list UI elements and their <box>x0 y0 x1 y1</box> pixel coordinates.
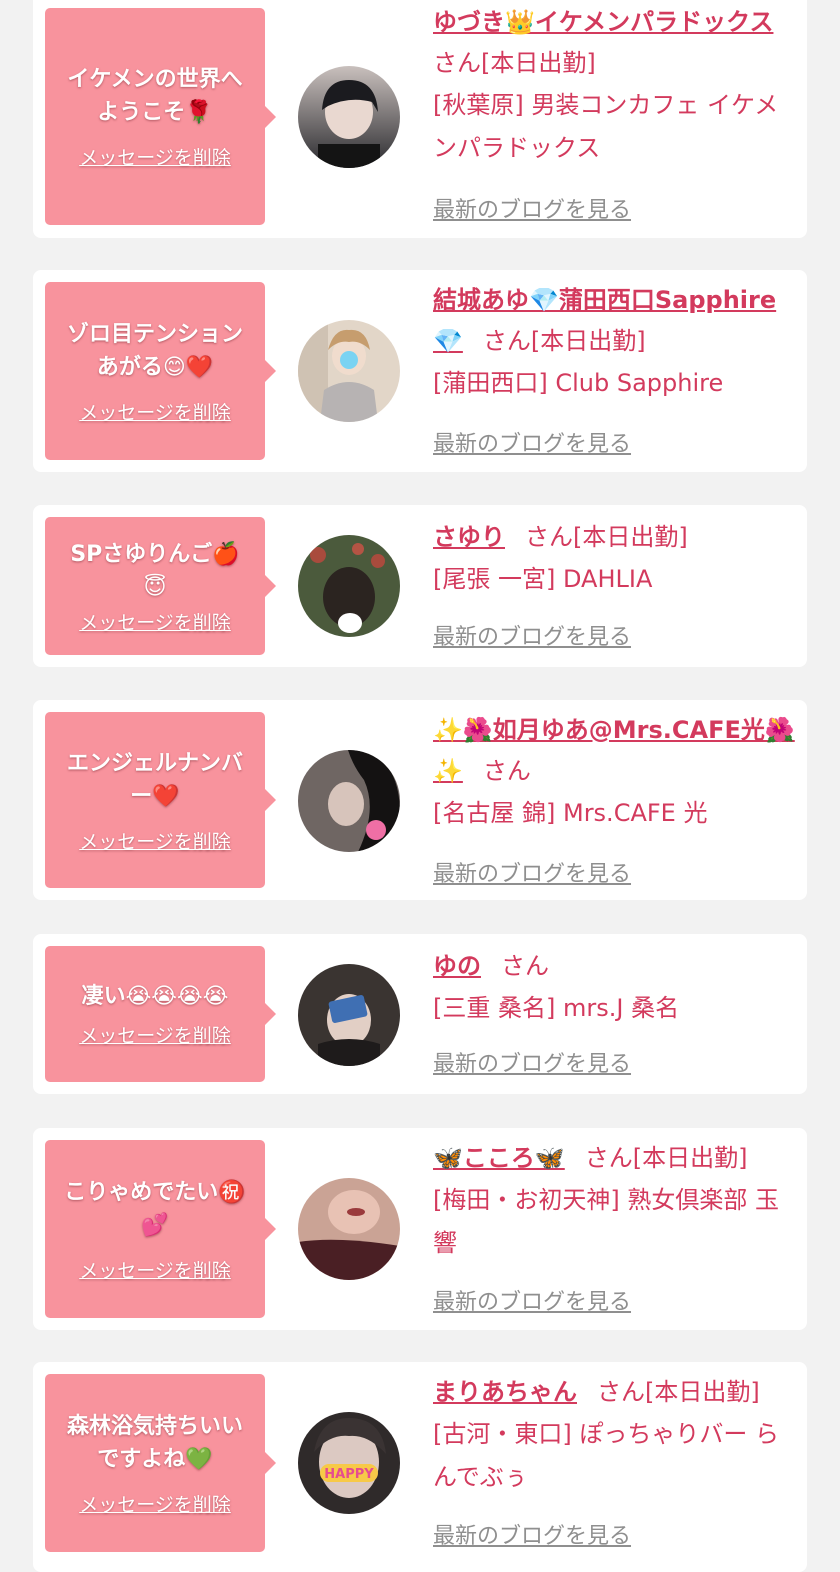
cast-name-link[interactable]: 🦋こころ🦋 <box>433 1144 565 1172</box>
message-card: SPさゆりんご🍎 😇 メッセージを削除 さゆり さん[本日出勤] [尾張 一宮] … <box>33 505 807 667</box>
shop-info: [尾張 一宮] DAHLIA <box>433 565 653 593</box>
delete-message-link[interactable]: メッセージを削除 <box>79 1256 231 1283</box>
shop-info: [名古屋 錦] Mrs.CAFE 光 <box>433 799 708 827</box>
message-card: 森林浴気持ちいい ですよね💚 メッセージを削除 HAPPY まりあちゃん さん[本… <box>33 1362 807 1572</box>
shop-info: [三重 桑名] mrs.J 桑名 <box>433 994 680 1022</box>
shop-info: [古河・東口] ぽっちゃりバー らんでぶぅ <box>433 1420 779 1491</box>
message-card: ゾロ目テンション あがる😊❤️ メッセージを削除 結城あゆ💎蒲田西口Sapphi… <box>33 270 807 472</box>
delete-message-link[interactable]: メッセージを削除 <box>79 608 231 635</box>
cast-info: さゆり さん[本日出勤] [尾張 一宮] DAHLIA 最新のブログを見る <box>433 517 797 650</box>
attendance-status: さん <box>482 757 531 785</box>
latest-blog-link[interactable]: 最新のブログを見る <box>433 192 631 224</box>
message-text: こりゃめでたい㊗️ 💕 <box>64 1179 246 1238</box>
delete-message-link[interactable]: メッセージを削除 <box>79 827 231 854</box>
message-card: エンジェルナンバ ー❤️ メッセージを削除 ✨🌺如月ゆあ@Mrs.CAFE光🌺✨… <box>33 700 807 900</box>
attendance-status: さん[本日出勤] <box>584 1144 748 1172</box>
latest-blog-link[interactable]: 最新のブログを見る <box>433 1046 631 1078</box>
latest-blog-link[interactable]: 最新のブログを見る <box>433 856 631 888</box>
cast-info: ゆの さん [三重 桑名] mrs.J 桑名 最新のブログを見る <box>433 946 797 1077</box>
message-text: ゾロ目テンション あがる😊❤️ <box>66 321 243 380</box>
message-bubble: 凄い😭😭😭😭 メッセージを削除 <box>45 946 276 1082</box>
cast-info: 🦋こころ🦋 さん[本日出勤] [梅田・お初天神] 熟女倶楽部 玉響 最新のブログを… <box>433 1138 797 1315</box>
shop-info: [梅田・お初天神] 熟女倶楽部 玉響 <box>433 1186 779 1257</box>
message-card: イケメンの世界へ ようこそ🌹 メッセージを削除 ゆづき👑イケメンパラドックスさん… <box>33 0 807 238</box>
avatar[interactable] <box>298 1178 400 1280</box>
latest-blog-link[interactable]: 最新のブログを見る <box>433 1518 631 1550</box>
cast-info: まりあちゃん さん[本日出勤] [古河・東口] ぽっちゃりバー らんでぶぅ 最新の… <box>433 1372 797 1549</box>
message-text: イケメンの世界へ ようこそ🌹 <box>67 67 243 125</box>
shop-info: [蒲田西口] Club Sapphire <box>433 369 724 397</box>
message-bubble: こりゃめでたい㊗️ 💕 メッセージを削除 <box>45 1140 276 1318</box>
delete-message-link[interactable]: メッセージを削除 <box>79 1021 231 1048</box>
cast-name-link[interactable]: ゆづき👑イケメンパラドックス <box>433 8 773 36</box>
message-text: 森林浴気持ちいい ですよね💚 <box>66 1413 243 1472</box>
attendance-status: さん <box>501 952 549 980</box>
message-bubble: SPさゆりんご🍎 😇 メッセージを削除 <box>45 517 276 655</box>
cast-name-link[interactable]: ゆの <box>433 952 481 980</box>
avatar[interactable] <box>298 964 400 1066</box>
attendance-status: さん[本日出勤] <box>525 523 688 551</box>
avatar[interactable] <box>298 320 400 422</box>
cast-info: ゆづき👑イケメンパラドックスさん[本日出勤] [秋葉原] 男装コンカフェ イケメ… <box>433 2 797 223</box>
message-bubble: 森林浴気持ちいい ですよね💚 メッセージを削除 <box>45 1374 276 1552</box>
delete-message-link[interactable]: メッセージを削除 <box>79 398 231 425</box>
latest-blog-link[interactable]: 最新のブログを見る <box>433 619 631 651</box>
cast-name-link[interactable]: まりあちゃん <box>433 1378 577 1406</box>
delete-message-link[interactable]: メッセージを削除 <box>79 143 231 170</box>
message-text: 凄い😭😭😭😭 <box>81 984 229 1009</box>
message-text: エンジェルナンバ ー❤️ <box>66 750 243 809</box>
avatar[interactable] <box>298 66 400 168</box>
svg-text:HAPPY: HAPPY <box>324 1467 374 1482</box>
message-bubble: エンジェルナンバ ー❤️ メッセージを削除 <box>45 712 276 888</box>
shop-info: [秋葉原] 男装コンカフェ イケメンパラドックス <box>433 91 779 162</box>
message-text: SPさゆりんご🍎 😇 <box>70 541 240 600</box>
latest-blog-link[interactable]: 最新のブログを見る <box>433 426 631 458</box>
cast-info: 結城あゆ💎蒲田西口Sapphire💎 さん[本日出勤] [蒲田西口] Club S… <box>433 280 797 457</box>
attendance-status: さん[本日出勤] <box>597 1378 760 1406</box>
message-card: こりゃめでたい㊗️ 💕 メッセージを削除 🦋こころ🦋 さん[本日出勤] [梅田・お… <box>33 1128 807 1330</box>
avatar[interactable] <box>298 535 400 637</box>
message-bubble: イケメンの世界へ ようこそ🌹 メッセージを削除 <box>45 8 276 225</box>
message-bubble: ゾロ目テンション あがる😊❤️ メッセージを削除 <box>45 282 276 460</box>
avatar[interactable]: HAPPY <box>298 1412 400 1514</box>
attendance-status: さん[本日出勤] <box>433 49 596 77</box>
avatar[interactable] <box>298 750 400 852</box>
cast-info: ✨🌺如月ゆあ@Mrs.CAFE光🌺✨ さん [名古屋 錦] Mrs.CAFE 光 … <box>433 710 797 887</box>
message-card: 凄い😭😭😭😭 メッセージを削除 ゆの さん [三重 桑名] mrs.J 桑名 最新… <box>33 934 807 1094</box>
attendance-status: さん[本日出勤] <box>482 327 646 355</box>
cast-name-link[interactable]: さゆり <box>433 523 505 551</box>
delete-message-link[interactable]: メッセージを削除 <box>79 1490 231 1517</box>
latest-blog-link[interactable]: 最新のブログを見る <box>433 1284 631 1316</box>
